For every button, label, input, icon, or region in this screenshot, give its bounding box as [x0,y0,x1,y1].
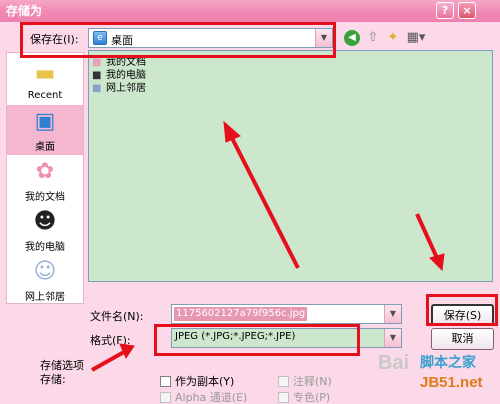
checkbox-label: 专色(P) [293,391,331,404]
filename-input[interactable]: 1175602127a79f956c.jpg ▼ [171,304,402,324]
network-icon: ☺ [33,259,57,284]
up-folder-icon[interactable]: ⇧ [364,29,382,47]
checkbox-box[interactable] [160,391,171,403]
place-label: 桌面 [35,142,55,153]
filename-label: 文件名(N): [90,310,144,323]
spot-color-checkbox[interactable]: 专色(P) [278,389,330,404]
filename-value: 1175602127a79f956c.jpg [174,307,308,321]
checkbox-label: Alpha 通道(E) [175,391,248,404]
watermark-text: Bai [378,352,410,374]
place-my-computer[interactable]: ☻ 我的电脑 [7,205,83,255]
highlight-box-format [154,324,360,356]
place-recent[interactable]: ▬ Recent [7,57,83,107]
views-menu-icon[interactable]: ▦▾ [404,29,428,47]
chevron-down-icon[interactable]: ▼ [384,329,401,347]
file-list[interactable]: ■ 我的文档 ■ 我的电脑 ■ 网上邻居 [88,50,493,282]
highlight-box-lookin [20,22,336,58]
place-my-documents[interactable]: ✿ 我的文档 [7,155,83,205]
file-name: 网上邻居 [106,83,146,94]
save-label: 存储: [40,373,66,386]
back-arrow-icon[interactable]: ◀ [344,30,360,46]
places-bar: ▬ Recent ▣ 桌面 ✿ 我的文档 ☻ 我的电脑 ☺ 网上邻居 [6,52,84,304]
recent-folder-icon: ▬ [34,61,56,86]
alpha-channel-checkbox[interactable]: Alpha 通道(E) [160,389,247,404]
checkbox-box[interactable] [278,391,289,403]
place-label: 我的电脑 [25,242,65,253]
notes-checkbox[interactable]: 注释(N) [278,373,332,389]
site-watermark-title: 脚本之家 [420,355,476,371]
place-label: 网上邻居 [25,292,65,303]
title-bar: 存储为 [0,0,500,22]
place-label: Recent [27,90,63,101]
checkbox-box[interactable] [160,375,171,387]
site-watermark-url: JB51.net [420,374,483,391]
place-label: 我的文档 [25,192,65,203]
highlight-box-save [426,294,498,326]
network-icon: ■ [92,82,102,94]
checkbox-label: 注释(N) [293,375,332,388]
close-button[interactable]: × [458,2,476,19]
chevron-down-icon[interactable]: ▼ [384,305,401,323]
as-copy-checkbox[interactable]: 作为副本(Y) [160,373,234,389]
help-button[interactable]: ? [436,2,454,19]
list-item[interactable]: ■ 网上邻居 [92,79,146,95]
new-folder-icon[interactable]: ✦ [384,29,402,47]
arrow-to-format [91,350,125,372]
my-documents-icon: ✿ [35,159,55,184]
place-desktop[interactable]: ▣ 桌面 [7,105,83,155]
checkbox-label: 作为副本(Y) [175,375,235,388]
checkbox-box[interactable] [278,375,289,387]
place-network[interactable]: ☺ 网上邻居 [7,255,83,305]
format-label: 格式(F): [90,334,131,347]
window-title: 存储为 [6,4,43,18]
desktop-icon: ▣ [34,109,56,134]
my-computer-icon: ☻ [33,209,57,234]
cancel-button[interactable]: 取消 [431,328,494,350]
